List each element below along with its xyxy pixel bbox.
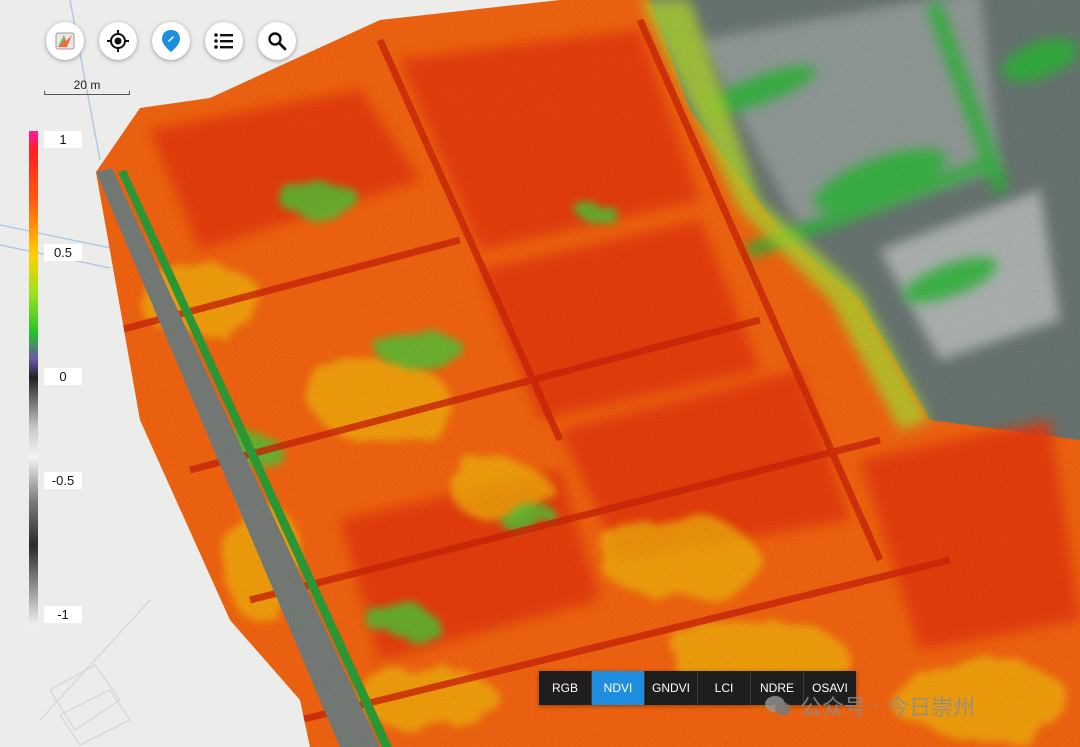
legend-tick: -0.5 bbox=[44, 472, 82, 489]
layers-map-icon bbox=[55, 32, 75, 50]
marker-button[interactable] bbox=[152, 22, 190, 60]
scale-label: 20 m bbox=[73, 78, 101, 92]
index-button-rgb[interactable]: RGB bbox=[539, 671, 592, 705]
index-button-gndvi[interactable]: GNDVI bbox=[645, 671, 698, 705]
wechat-icon bbox=[765, 696, 791, 716]
legend-tick: -1 bbox=[44, 606, 82, 623]
ndvi-map[interactable] bbox=[0, 0, 1080, 747]
scale-bar: 20 m bbox=[44, 78, 130, 98]
watermark: 公众号 · 今日崇州 bbox=[762, 690, 975, 722]
index-button-ndvi[interactable]: NDVI bbox=[592, 671, 645, 705]
locate-icon bbox=[107, 30, 129, 52]
layers-map-button[interactable] bbox=[46, 22, 84, 60]
legend-tick: 0 bbox=[44, 368, 82, 385]
search-icon bbox=[268, 32, 287, 51]
legend-tick: 0.5 bbox=[44, 244, 82, 261]
marker-icon bbox=[162, 30, 180, 52]
legend-tick: 1 bbox=[44, 131, 82, 148]
list-button[interactable] bbox=[205, 22, 243, 60]
index-button-lci[interactable]: LCI bbox=[698, 671, 751, 705]
list-icon bbox=[214, 33, 233, 49]
watermark-text: 公众号 · 今日崇州 bbox=[800, 696, 975, 721]
search-button[interactable] bbox=[258, 22, 296, 60]
legend-gradient bbox=[29, 131, 38, 625]
locate-button[interactable] bbox=[99, 22, 137, 60]
scale-line bbox=[44, 91, 130, 95]
